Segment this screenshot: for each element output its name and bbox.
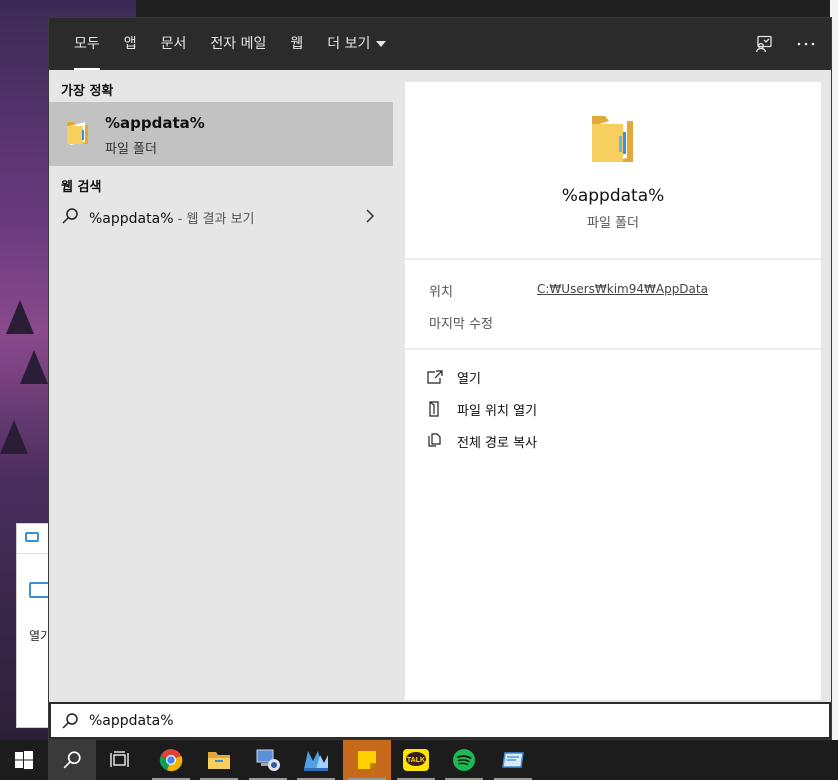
tree-silhouette bbox=[20, 350, 48, 384]
preview-title: %appdata% bbox=[561, 186, 665, 206]
mame-app-icon bbox=[304, 751, 328, 771]
task-view-icon bbox=[110, 751, 129, 767]
web-search-result[interactable]: %appdata% - 웹 결과 보기 bbox=[49, 200, 393, 234]
app-window-icon bbox=[25, 532, 39, 542]
tab-all[interactable]: 모두 bbox=[62, 18, 112, 70]
preview-pane: %appdata% 파일 폴더 위치 C:₩Users₩kim94₩AppDat… bbox=[405, 82, 821, 700]
copy-full-path-label: 전체 경로 복사 bbox=[457, 435, 538, 451]
tab-apps[interactable]: 앱 bbox=[112, 18, 149, 70]
modified-label: 마지막 수정 bbox=[429, 317, 493, 332]
tab-more[interactable]: 더 보기 bbox=[315, 18, 398, 70]
open-action-label: 열기 bbox=[457, 371, 481, 387]
open-icon bbox=[427, 370, 443, 384]
open-action[interactable]: 열기 bbox=[427, 366, 481, 388]
start-button[interactable] bbox=[0, 740, 48, 780]
tab-documents[interactable]: 문서 bbox=[149, 18, 199, 70]
taskbar-chrome[interactable] bbox=[147, 740, 195, 780]
result-title: %appdata% bbox=[105, 114, 205, 132]
taskbar: TALK bbox=[0, 740, 838, 780]
network-app-icon bbox=[256, 749, 280, 771]
search-icon bbox=[62, 208, 78, 224]
open-file-location-action[interactable]: 파일 위치 열기 bbox=[427, 398, 537, 420]
taskbar-mame-app[interactable] bbox=[292, 740, 340, 780]
sticky-notes-icon bbox=[358, 751, 376, 769]
taskbar-network-app[interactable] bbox=[244, 740, 292, 780]
windows-start-icon bbox=[15, 751, 33, 769]
tree-silhouette bbox=[0, 420, 28, 454]
best-match-header: 가장 정확 bbox=[61, 84, 114, 99]
open-file-location-label: 파일 위치 열기 bbox=[457, 403, 538, 419]
folder-icon bbox=[67, 122, 88, 145]
task-view-button[interactable] bbox=[96, 740, 144, 780]
taskbar-app-window[interactable] bbox=[489, 740, 537, 780]
kakaotalk-logo-text: TALK bbox=[407, 757, 425, 764]
taskbar-kakaotalk[interactable]: TALK bbox=[392, 740, 440, 780]
web-search-header: 웹 검색 bbox=[61, 180, 102, 195]
file-location-icon bbox=[429, 401, 439, 417]
result-subtitle: 파일 폴더 bbox=[105, 142, 157, 157]
preview-subtitle: 파일 폴더 bbox=[587, 216, 639, 231]
tree-silhouette bbox=[6, 300, 34, 334]
search-icon bbox=[63, 751, 81, 769]
taskbar-sticky-notes[interactable] bbox=[343, 740, 391, 780]
folder-icon bbox=[592, 116, 633, 164]
start-search-panel: 모두 앱 문서 전자 메일 웹 더 보기 가장 정확 %appdata% 파일 … bbox=[48, 17, 832, 740]
location-link[interactable]: C:₩Users₩kim94₩AppData bbox=[537, 282, 708, 296]
chrome-icon bbox=[159, 749, 183, 772]
feedback-icon[interactable] bbox=[751, 31, 777, 57]
chevron-right-icon[interactable] bbox=[365, 209, 375, 223]
web-search-label: %appdata% - 웹 결과 보기 bbox=[89, 211, 255, 227]
results-list: 가장 정확 %appdata% 파일 폴더 웹 검색 %appdata% - 웹… bbox=[49, 70, 393, 700]
search-icon bbox=[62, 713, 78, 729]
copy-full-path-action[interactable]: 전체 경로 복사 bbox=[427, 430, 537, 452]
tab-email[interactable]: 전자 메일 bbox=[198, 18, 278, 70]
kakaotalk-icon: TALK bbox=[403, 749, 429, 771]
search-scope-tabs: 모두 앱 문서 전자 메일 웹 더 보기 bbox=[49, 18, 831, 70]
taskbar-file-explorer[interactable] bbox=[195, 740, 243, 780]
best-match-result[interactable]: %appdata% 파일 폴더 bbox=[49, 102, 393, 166]
copy-icon bbox=[428, 433, 441, 447]
divider bbox=[405, 348, 821, 350]
taskbar-search-button[interactable] bbox=[48, 740, 96, 780]
tab-web[interactable]: 웹 bbox=[278, 18, 315, 70]
search-input-value: %appdata% bbox=[89, 713, 174, 729]
file-explorer-icon bbox=[208, 752, 230, 769]
spotify-icon bbox=[453, 749, 475, 771]
chevron-down-icon bbox=[376, 41, 387, 47]
taskbar-spotify[interactable] bbox=[440, 740, 488, 780]
more-options-icon[interactable] bbox=[793, 31, 819, 57]
location-label: 위치 bbox=[429, 285, 453, 300]
app-window-icon bbox=[502, 752, 524, 768]
search-input[interactable]: %appdata% bbox=[49, 702, 831, 739]
divider bbox=[405, 258, 821, 260]
